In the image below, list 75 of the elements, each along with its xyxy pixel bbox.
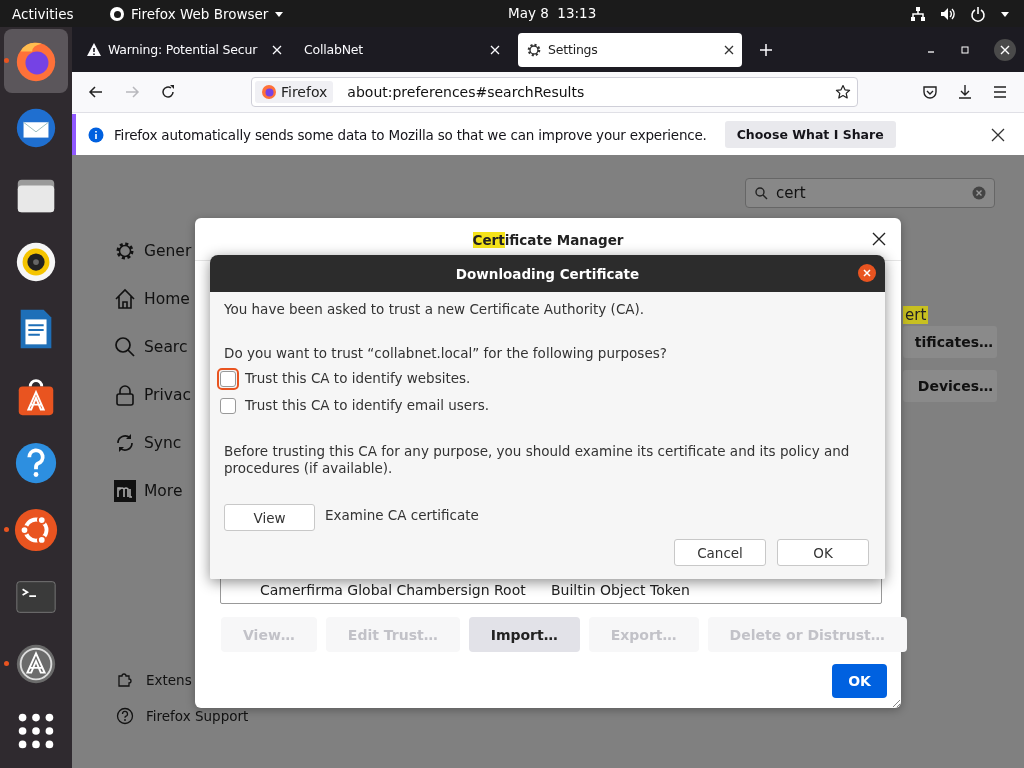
- footer-link[interactable]: Firefox Support: [114, 698, 249, 734]
- help-icon: [116, 707, 134, 725]
- category-label: Home: [144, 290, 190, 308]
- clock[interactable]: May 8 13:13: [508, 5, 597, 21]
- category-label: Searc: [144, 338, 188, 356]
- tab-title: Settings: [548, 42, 599, 57]
- resize-grip-icon[interactable]: [891, 698, 901, 708]
- ubuntu-logo-icon: [13, 507, 59, 553]
- dialog-button[interactable]: OK: [777, 539, 869, 566]
- checkbox-label: Trust this CA to identify websites.: [245, 370, 471, 387]
- gear-icon: [526, 41, 542, 58]
- search-field[interactable]: cert: [745, 178, 995, 208]
- lock-icon: [114, 384, 136, 406]
- help-icon: [13, 440, 59, 486]
- reload-icon[interactable]: [160, 84, 176, 100]
- category-label: More: [144, 482, 183, 500]
- search-icon: [754, 186, 768, 200]
- link-text: Firefox Support: [146, 708, 249, 724]
- network-icon[interactable]: [910, 5, 926, 22]
- ok-button[interactable]: OK: [832, 664, 887, 698]
- new-tab-icon[interactable]: [758, 41, 774, 58]
- info-icon: [88, 126, 104, 143]
- app-menu[interactable]: Firefox Web Browser: [109, 5, 285, 22]
- tab-title: CollabNet: [304, 42, 365, 57]
- star-icon[interactable]: [835, 84, 851, 100]
- choose-what-i-share-button[interactable]: Choose What I Share: [724, 121, 896, 148]
- category-label: Gener: [144, 242, 192, 260]
- home-icon: [114, 288, 136, 310]
- search-icon: [114, 336, 136, 358]
- menu-icon[interactable]: [992, 84, 1008, 100]
- intro-text: You have been asked to trust a new Certificate Authority (CA).: [224, 301, 646, 318]
- settings-button[interactable]: tificates…: [903, 326, 997, 358]
- clear-icon[interactable]: [972, 186, 986, 200]
- url-text: about:preferences#searchResults: [347, 84, 586, 100]
- view-button[interactable]: View: [224, 504, 315, 531]
- close-icon[interactable]: [990, 126, 1006, 143]
- browser-tab[interactable]: Warning: Potential Secur: [78, 32, 290, 67]
- checkbox-label: Trust this CA to identify email users.: [245, 397, 490, 414]
- category-item[interactable]: Gener: [114, 227, 249, 275]
- browser-tab[interactable]: CollabNet: [296, 32, 508, 67]
- identity-button[interactable]: Firefox: [255, 81, 334, 103]
- checkbox[interactable]: [220, 397, 236, 414]
- browser-tab[interactable]: Settings: [518, 32, 742, 67]
- gear-icon: [114, 240, 136, 262]
- question-text: Do you want to trust “collabnet.local” for the following purposes?: [224, 345, 668, 362]
- activities-button[interactable]: Activities: [12, 5, 74, 22]
- view-label: Examine CA certificate: [325, 507, 479, 524]
- maximize-icon[interactable]: [960, 44, 970, 55]
- category-label: Privac: [144, 386, 191, 404]
- search-highlight: ert: [903, 306, 929, 324]
- close-icon[interactable]: [858, 264, 876, 282]
- settings-button[interactable]: Devices…: [903, 370, 997, 402]
- table-cell-text: Camerfirma Global Chambersign Root: [260, 582, 527, 598]
- dialog-title: Downloading Certificate: [455, 265, 640, 282]
- close-icon[interactable]: [724, 44, 734, 55]
- table-cell: Builtin Object Token: [551, 582, 690, 598]
- sync-icon: [114, 432, 136, 454]
- dialog-button[interactable]: Import…: [468, 617, 580, 652]
- mozilla-icon: [114, 480, 136, 502]
- power-icon[interactable]: [970, 5, 986, 22]
- link-text: Extens: [146, 672, 192, 688]
- close-icon[interactable]: [994, 38, 1016, 61]
- advice-text: Before trusting this CA for any purpose, you should examine its certificate and its policy and procedures (if available).: [224, 443, 851, 477]
- dialog-button[interactable]: Cancel: [674, 539, 766, 566]
- notification-text: Firefox automatically sends some data to Mozilla so that we can improve your experience.: [114, 126, 707, 143]
- close-icon[interactable]: [871, 231, 887, 247]
- tab-title: Warning: Potential Secur: [108, 42, 259, 57]
- category-label: Sync: [144, 434, 182, 452]
- address-bar[interactable]: Firefox about:preferences#searchResults: [251, 77, 858, 107]
- download-icon[interactable]: [957, 84, 973, 100]
- puzzle-icon: [116, 671, 134, 689]
- warning-icon: [86, 41, 102, 58]
- footer-link[interactable]: Extens: [114, 662, 249, 698]
- back-icon[interactable]: [88, 84, 104, 100]
- pocket-icon[interactable]: [922, 84, 938, 100]
